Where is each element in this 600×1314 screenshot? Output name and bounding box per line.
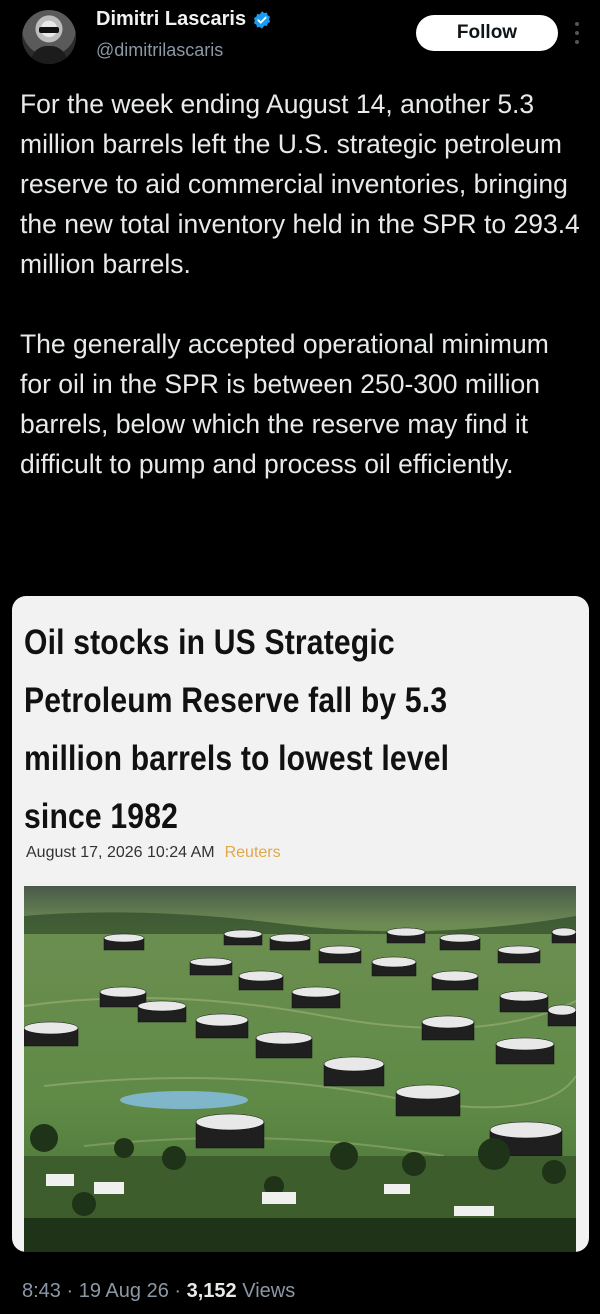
post-header: Dimitri Lascaris @dimitrilascaris Follow: [0, 0, 600, 80]
avatar[interactable]: [22, 10, 76, 64]
follow-button[interactable]: Follow: [416, 15, 558, 51]
author-name-row: Dimitri Lascaris: [96, 8, 272, 31]
article-meta: August 17, 2026 10:24 AM Reuters: [26, 844, 281, 862]
more-options-icon[interactable]: [572, 18, 582, 48]
post-paragraph: For the week ending August 14, another 5…: [20, 89, 580, 279]
article-photo-oil-tanks[interactable]: [24, 886, 576, 1252]
article-headline[interactable]: Oil stocks in US Strategic Petroleum Res…: [24, 614, 488, 846]
post-date[interactable]: 19 Aug 26: [79, 1280, 169, 1302]
article-date: August 17, 2026 10:24 AM: [26, 844, 215, 861]
article-source[interactable]: Reuters: [225, 844, 281, 861]
sunglasses-shape: [39, 27, 59, 33]
author-display-name[interactable]: Dimitri Lascaris: [96, 8, 246, 31]
avatar-body-shape: [31, 46, 67, 64]
separator-dot: ·: [66, 1280, 74, 1302]
views-count[interactable]: 3,152: [187, 1280, 237, 1302]
verified-badge-icon: [253, 10, 271, 29]
link-preview-card[interactable]: Oil stocks in US Strategic Petroleum Res…: [12, 596, 589, 1252]
views-label: Views: [242, 1280, 296, 1302]
author-handle[interactable]: @dimitrilascaris: [96, 40, 223, 61]
post-body: For the week ending August 14, another 5…: [20, 84, 585, 484]
post-paragraph: The generally accepted operational minim…: [20, 329, 549, 479]
separator-dot: ·: [174, 1280, 182, 1302]
post-footer: 8:43 · 19 Aug 26 · 3,152 Views: [22, 1280, 295, 1303]
post-time[interactable]: 8:43: [22, 1280, 61, 1302]
